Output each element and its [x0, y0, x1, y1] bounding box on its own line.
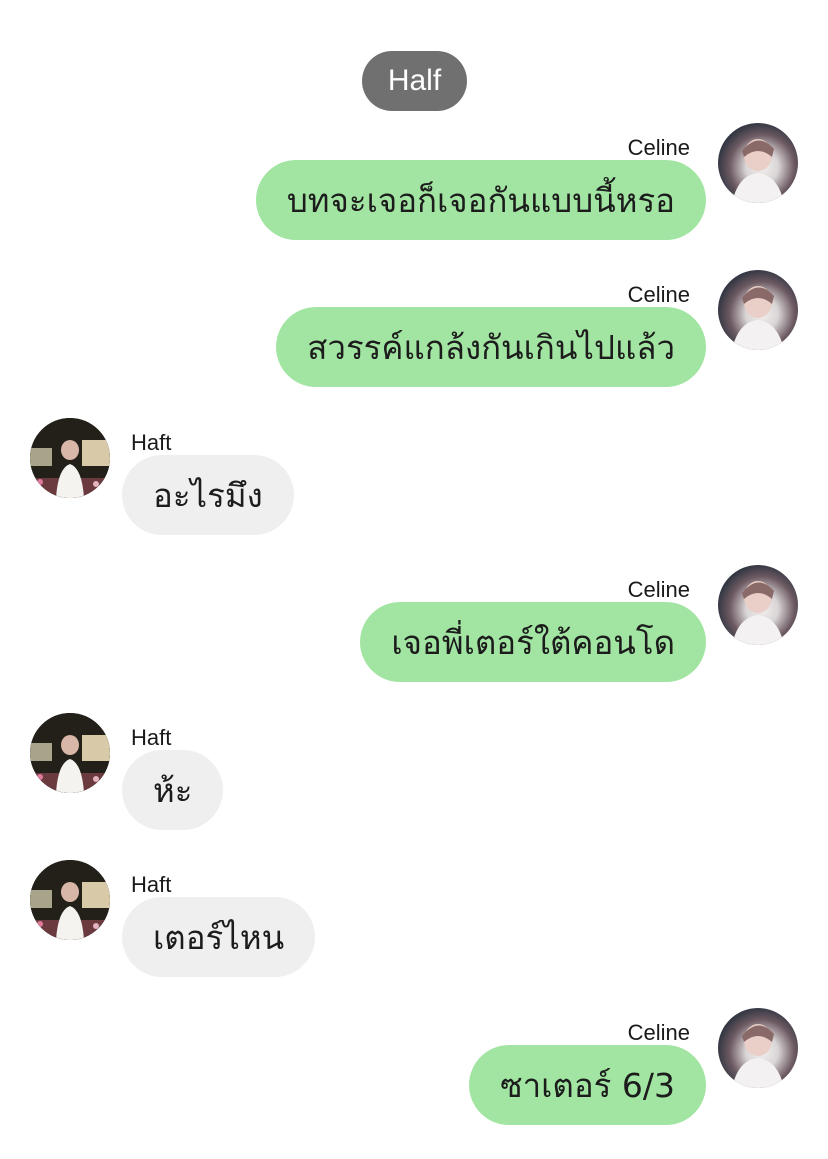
message-bubble[interactable]: บทจะเจอก็เจอกันแบบนี้หรอ	[255, 160, 706, 240]
message-bubble[interactable]: สวรรค์แกล้งกันเกินไปแล้ว	[276, 307, 706, 387]
celine-avatar[interactable]	[718, 565, 798, 645]
sender-name: Celine	[627, 1020, 690, 1045]
sender-name: Celine	[627, 577, 690, 602]
message-bubble[interactable]: เจอพี่เตอร์ใต้คอนโด	[360, 602, 706, 682]
message-bubble[interactable]: เตอร์ไหน	[122, 897, 316, 977]
message-bubble[interactable]: ซาเตอร์ 6/3	[469, 1045, 706, 1125]
haft-avatar[interactable]	[30, 713, 110, 793]
sender-name: Haft	[131, 725, 172, 750]
sender-name: Celine	[627, 135, 690, 160]
message-bubble[interactable]: ห้ะ	[122, 750, 224, 830]
chat-header-name: Half	[387, 64, 442, 97]
sender-name: Haft	[131, 430, 172, 455]
celine-avatar[interactable]	[718, 1008, 798, 1088]
sender-name: Celine	[627, 282, 690, 307]
haft-avatar[interactable]	[30, 418, 110, 498]
celine-avatar[interactable]	[718, 270, 798, 350]
celine-avatar[interactable]	[718, 123, 798, 203]
sender-name: Haft	[131, 872, 172, 897]
chat-header-pill: Half	[362, 51, 467, 111]
haft-avatar[interactable]	[30, 860, 110, 940]
message-bubble[interactable]: อะไรมึง	[122, 455, 294, 535]
